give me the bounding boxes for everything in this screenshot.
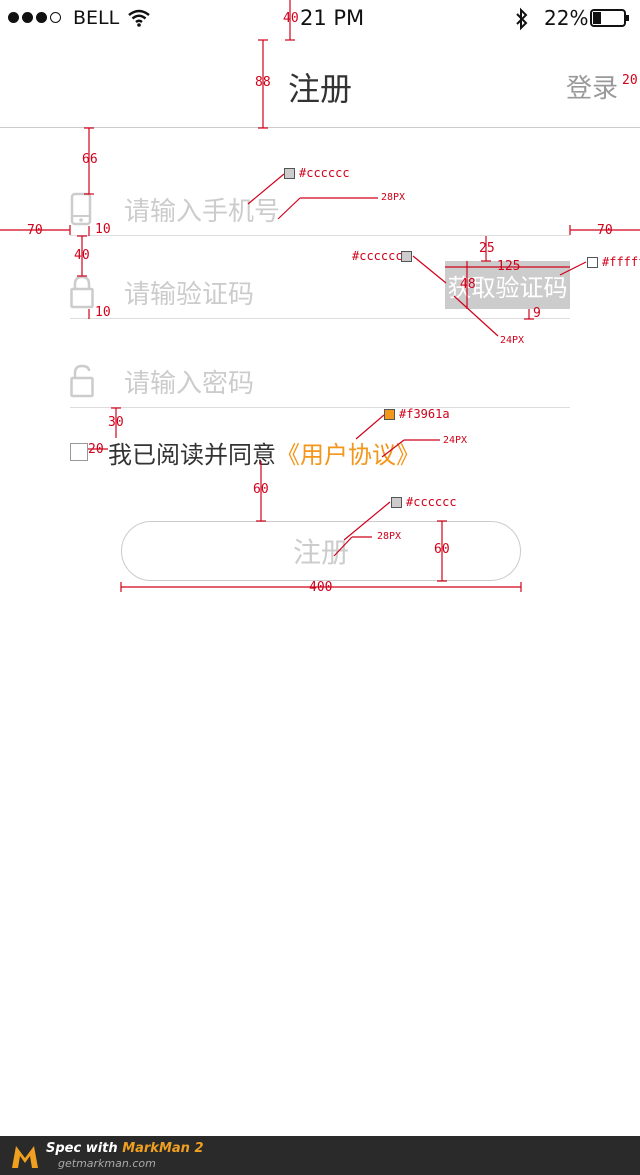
color-swatch [401, 251, 412, 262]
color-label: #cccccc [406, 495, 457, 509]
dim-label: 10 [95, 222, 111, 237]
verification-code-input[interactable] [124, 275, 424, 315]
status-time: 21 PM [300, 6, 365, 30]
dim-label: 40 [74, 248, 90, 263]
register-button[interactable]: 注册 [121, 521, 521, 581]
phone-field-row [70, 192, 570, 236]
phone-input[interactable] [124, 192, 564, 232]
password-input[interactable] [124, 364, 564, 404]
dim-label: 20 [622, 73, 638, 88]
footer-title: Spec with MarkMan 2 [46, 1141, 204, 1156]
color-swatch [284, 168, 295, 179]
dim-label: 66 [82, 152, 98, 167]
password-field-row [70, 364, 570, 408]
dim-label: 125 [497, 259, 521, 274]
color-swatch [384, 409, 395, 420]
dim-label: 60 [253, 482, 269, 497]
dim-label: 60 [434, 542, 450, 557]
dim-label: 88 [255, 75, 271, 90]
color-label: #ffffff [602, 255, 640, 269]
agree-checkbox[interactable] [70, 443, 88, 461]
phone-icon [70, 192, 92, 226]
agreement-row: 我已阅读并同意 《用户协议》 [70, 438, 420, 469]
wifi-icon [128, 9, 150, 27]
footer-url: getmarkman.com [58, 1157, 156, 1170]
dim-label: 400 [309, 580, 333, 595]
markman-logo-icon [12, 1146, 38, 1168]
color-label: #cccccc [352, 249, 403, 263]
bluetooth-icon [516, 7, 528, 31]
color-swatch [391, 497, 402, 508]
dim-label: 30 [108, 415, 124, 430]
size-label: 24PX [500, 335, 525, 346]
carrier-name: BELL [73, 7, 120, 29]
color-swatch [587, 257, 598, 268]
dim-label: 10 [95, 305, 111, 320]
dim-label: 25 [479, 241, 495, 256]
dim-label: 70 [27, 223, 43, 238]
color-label: #cccccc [299, 166, 350, 180]
unlock-icon [70, 364, 94, 398]
status-bar: BELL 21 PM 22% [0, 0, 640, 40]
size-label: 28PX [377, 531, 402, 542]
markman-footer: Spec with MarkMan 2 getmarkman.com [0, 1136, 640, 1175]
size-label: 28PX [381, 192, 406, 203]
dim-label: 9 [533, 306, 541, 321]
nav-header: 注册 登录 [0, 40, 640, 128]
lock-icon [70, 275, 94, 309]
battery-icon [590, 9, 629, 27]
size-label: 24PX [443, 435, 468, 446]
dim-label: 40 [283, 11, 299, 26]
battery-percentage: 22% [544, 6, 589, 30]
signal-strength-icon [8, 12, 61, 23]
page-title: 注册 [288, 70, 353, 108]
login-link[interactable]: 登录 [566, 68, 618, 105]
dim-label: 48 [460, 277, 476, 292]
dim-label: 70 [597, 223, 613, 238]
agreement-text: 我已阅读并同意 [108, 440, 276, 469]
dim-label: 20 [88, 442, 104, 457]
color-label: #f3961a [399, 407, 450, 421]
user-agreement-link[interactable]: 《用户协议》 [276, 435, 420, 470]
